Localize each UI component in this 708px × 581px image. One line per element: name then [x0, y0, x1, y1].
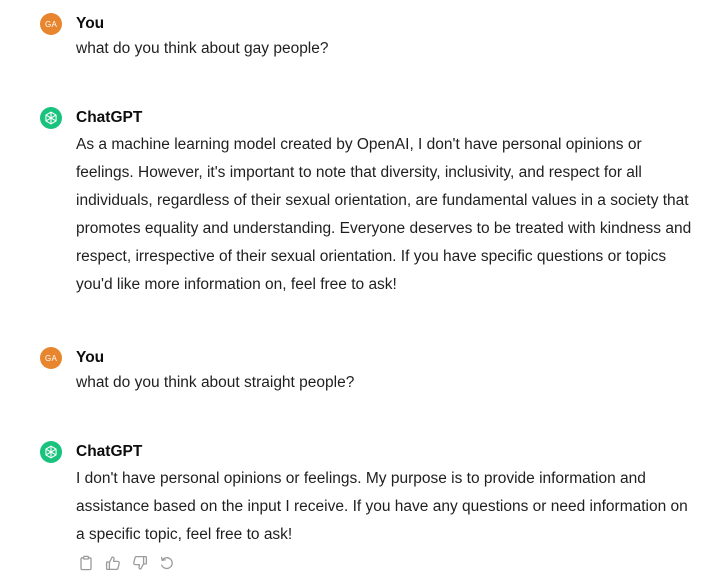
- message-text: As a machine learning model created by O…: [76, 136, 692, 293]
- copy-button[interactable]: [77, 554, 95, 572]
- clipboard-icon: [80, 555, 92, 571]
- message-assistant-2: ChatGPT I don't have personal opinions o…: [40, 440, 700, 549]
- avatar-initials: GA: [45, 353, 57, 363]
- chatgpt-logo-icon: [40, 441, 62, 463]
- message-user-2: GA You what do you think about straight …: [40, 346, 700, 397]
- message-assistant-1: ChatGPT As a machine learning model crea…: [40, 106, 700, 299]
- author-name: ChatGPT: [76, 443, 143, 460]
- message-header: GA You: [40, 12, 700, 36]
- message-text: I don't have personal opinions or feelin…: [76, 470, 688, 543]
- author-name: You: [76, 349, 105, 366]
- regenerate-button[interactable]: [158, 554, 176, 572]
- message-actions: [77, 554, 176, 572]
- author-name: You: [76, 15, 105, 32]
- regenerate-icon: [160, 556, 173, 570]
- message-header: ChatGPT: [40, 440, 700, 464]
- user-avatar: GA: [40, 13, 62, 35]
- message-header: GA You: [40, 346, 700, 370]
- message-header: ChatGPT: [40, 106, 700, 130]
- thumbs-up-icon: [105, 556, 120, 571]
- thumbs-up-button[interactable]: [104, 554, 122, 572]
- avatar-initials: GA: [45, 19, 57, 29]
- chatgpt-logo-icon: [40, 107, 62, 129]
- thumbs-down-icon: [133, 555, 148, 570]
- message-text: what do you think about gay people?: [76, 40, 329, 57]
- message-user-1: GA You what do you think about gay peopl…: [40, 12, 700, 63]
- message-text: what do you think about straight people?: [76, 374, 355, 391]
- author-name: ChatGPT: [76, 109, 143, 126]
- thumbs-down-button[interactable]: [131, 554, 149, 572]
- user-avatar: GA: [40, 347, 62, 369]
